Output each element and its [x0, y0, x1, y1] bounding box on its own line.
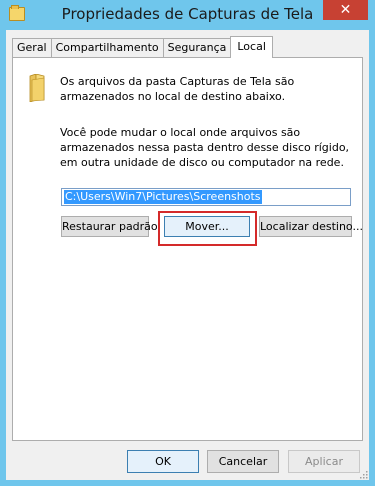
cancel-button[interactable]: Cancelar	[207, 450, 279, 473]
close-button[interactable]: ✕	[323, 0, 368, 20]
folder-large-icon	[29, 74, 45, 102]
location-path-input[interactable]: C:\Users\Win7\Pictures\Screenshots	[61, 188, 351, 206]
tab-panel-local: Os arquivos da pasta Capturas de Tela sã…	[12, 57, 363, 441]
title-bar[interactable]: Propriedades de Capturas de Tela ✕	[0, 0, 375, 30]
dialog-client-area: Geral Compartilhamento Segurança Local O…	[6, 30, 369, 480]
properties-window: Propriedades de Capturas de Tela ✕ Geral…	[0, 0, 375, 486]
tab-geral[interactable]: Geral	[12, 38, 52, 57]
description-text: Você pode mudar o local onde arquivos sã…	[60, 126, 350, 169]
info-text: Os arquivos da pasta Capturas de Tela sã…	[60, 75, 295, 103]
restore-default-button[interactable]: Restaurar padrão	[61, 216, 158, 237]
tab-compartilhamento[interactable]: Compartilhamento	[50, 38, 164, 57]
window-title: Propriedades de Capturas de Tela	[61, 5, 314, 23]
apply-button[interactable]: Aplicar	[288, 450, 360, 473]
tab-strip: Geral Compartilhamento Segurança Local	[12, 36, 273, 58]
ok-button[interactable]: OK	[127, 450, 199, 473]
highlight-annotation	[158, 211, 257, 246]
location-path-value: C:\Users\Win7\Pictures\Screenshots	[64, 190, 262, 204]
tab-local[interactable]: Local	[230, 36, 273, 58]
find-target-button[interactable]: Localizar destino...	[259, 216, 363, 237]
tab-seguranca[interactable]: Segurança	[162, 38, 232, 57]
resize-grip-icon[interactable]	[358, 469, 368, 479]
close-icon: ✕	[339, 2, 352, 18]
